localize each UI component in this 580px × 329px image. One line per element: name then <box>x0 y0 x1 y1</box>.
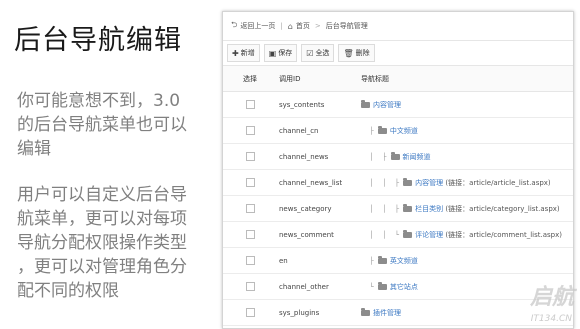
toolbar: ✚ 新增 ▣ 保存 ☑ 全选 🗑 删除 <box>223 41 573 66</box>
table-row: channel_news_list │ │ ├ 内容管理 (链接：article… <box>223 169 573 196</box>
intro-paragraph-1: 你可能意想不到，3.0 的后台导航菜单也可以 编辑 <box>17 91 187 159</box>
row-checkbox[interactable] <box>245 152 255 161</box>
page-title: 后台导航编辑 <box>14 25 182 56</box>
intro-panel: 后台导航编辑 你可能意想不到，3.0 的后台导航菜单也可以 编辑 用户可以自定义… <box>0 0 210 327</box>
folder-icon <box>403 229 413 238</box>
delete-label: 删除 <box>355 49 370 57</box>
home-link[interactable]: 首页 <box>296 21 310 31</box>
folder-icon <box>390 151 400 160</box>
select-all-button[interactable]: ☑ 全选 <box>301 44 335 62</box>
row-title-link[interactable]: 插件管理 <box>373 309 401 317</box>
row-call-id: sys_plugins <box>277 299 360 326</box>
row-link-note: (链接：article/category_list.aspx) <box>445 204 560 213</box>
row-checkbox[interactable] <box>245 230 255 239</box>
save-button[interactable]: ▣ 保存 <box>263 44 298 62</box>
delete-button[interactable]: 🗑 删除 <box>338 44 375 62</box>
intro-paragraph-2: 用户可以自定义后台导 航菜单，更可以对每项 导航分配权限操作类型 ，更可以对管理… <box>17 185 187 301</box>
tree-line: ├ <box>361 126 378 135</box>
folder-icon <box>361 99 370 108</box>
row-call-id: channel_news <box>277 143 360 170</box>
watermark-logo: 启航 IT134.CN <box>488 285 574 325</box>
row-title-link[interactable]: 新闻频道 <box>403 153 431 161</box>
row-checkbox[interactable] <box>245 126 255 135</box>
row-title-link[interactable]: 其它站点 <box>390 283 418 291</box>
tree-line: │ │ └ <box>361 230 404 239</box>
row-call-id: en <box>277 247 360 274</box>
folder-icon <box>403 203 413 212</box>
table-row: news_category │ │ ├ 栏目类别 (链接：article/cat… <box>223 195 573 222</box>
add-button[interactable]: ✚ 新增 <box>227 44 260 62</box>
row-title-link[interactable]: 栏目类别 <box>415 205 443 213</box>
row-title-link[interactable]: 内容管理 <box>415 179 443 187</box>
row-call-id: news_comment <box>277 221 360 248</box>
tree-line: │ │ ├ <box>361 204 404 213</box>
select-all-label: 全选 <box>315 49 330 57</box>
header-nav-title: 导航标题 <box>360 66 573 92</box>
save-label: 保存 <box>278 49 293 57</box>
table-row: channel_cn ├ 中文频道 <box>223 117 573 144</box>
folder-icon <box>361 307 370 316</box>
tree-line: │ │ ├ <box>361 178 404 187</box>
folder-icon <box>377 281 387 290</box>
folder-icon <box>403 177 413 186</box>
row-checkbox[interactable] <box>245 178 255 187</box>
row-call-id: channel_cn <box>277 117 360 144</box>
add-icon: ✚ <box>232 48 239 58</box>
folder-icon <box>377 255 387 264</box>
tree-line: │ ├ <box>361 152 391 161</box>
table-row: news_comment │ │ └ 评论管理 (链接：article/comm… <box>223 221 573 248</box>
row-link-note: (链接：article/article_list.aspx) <box>445 178 551 187</box>
folder-icon <box>377 125 387 134</box>
breadcrumb-separator: | <box>280 22 283 30</box>
row-checkbox[interactable] <box>245 282 255 291</box>
watermark-text: 启航 <box>529 285 574 310</box>
row-title-link[interactable]: 评论管理 <box>415 231 443 239</box>
row-checkbox[interactable] <box>245 308 255 317</box>
save-icon: ▣ <box>268 48 277 58</box>
tree-line: └ <box>361 282 378 291</box>
row-link-note: (链接：article/comment_list.aspx) <box>445 230 562 239</box>
delete-icon: 🗑 <box>343 48 354 58</box>
row-title-link[interactable]: 英文频道 <box>390 257 418 265</box>
add-label: 新增 <box>240 49 255 57</box>
table-header-row: 选择 调用ID 导航标题 <box>223 66 573 92</box>
header-call-id: 调用ID <box>277 66 360 92</box>
watermark-subtext: IT134.CN <box>530 314 572 324</box>
row-title-link[interactable]: 中文频道 <box>390 127 418 135</box>
row-title-link[interactable]: 内容管理 <box>373 101 401 109</box>
table-row: sys_contents 内容管理 <box>223 91 573 118</box>
select-all-icon: ☑ <box>306 48 314 58</box>
tree-line: ├ <box>361 256 378 265</box>
header-select: 选择 <box>223 66 277 92</box>
breadcrumb-separator: > <box>314 22 321 30</box>
home-icon[interactable]: ⌂ <box>288 22 293 31</box>
row-checkbox[interactable] <box>245 204 255 213</box>
admin-window: ⮌ 返回上一页 | ⌂ 首页 > 后台导航管理 ✚ 新增 ▣ 保存 ☑ 全选 🗑… <box>222 11 574 329</box>
table-row: en ├ 英文频道 <box>223 247 573 274</box>
breadcrumb-current: 后台导航管理 <box>325 22 368 30</box>
back-link[interactable]: 返回上一页 <box>240 21 275 31</box>
row-call-id: news_category <box>277 195 360 222</box>
row-call-id: channel_news_list <box>277 169 360 196</box>
row-checkbox[interactable] <box>245 100 255 109</box>
row-call-id: channel_other <box>277 273 360 300</box>
table-row: channel_news │ ├ 新闻频道 <box>223 143 573 170</box>
row-call-id: sys_contents <box>277 91 360 118</box>
breadcrumb: ⮌ 返回上一页 | ⌂ 首页 > 后台导航管理 <box>223 12 573 41</box>
back-icon[interactable]: ⮌ <box>231 19 237 33</box>
row-checkbox[interactable] <box>245 256 255 265</box>
